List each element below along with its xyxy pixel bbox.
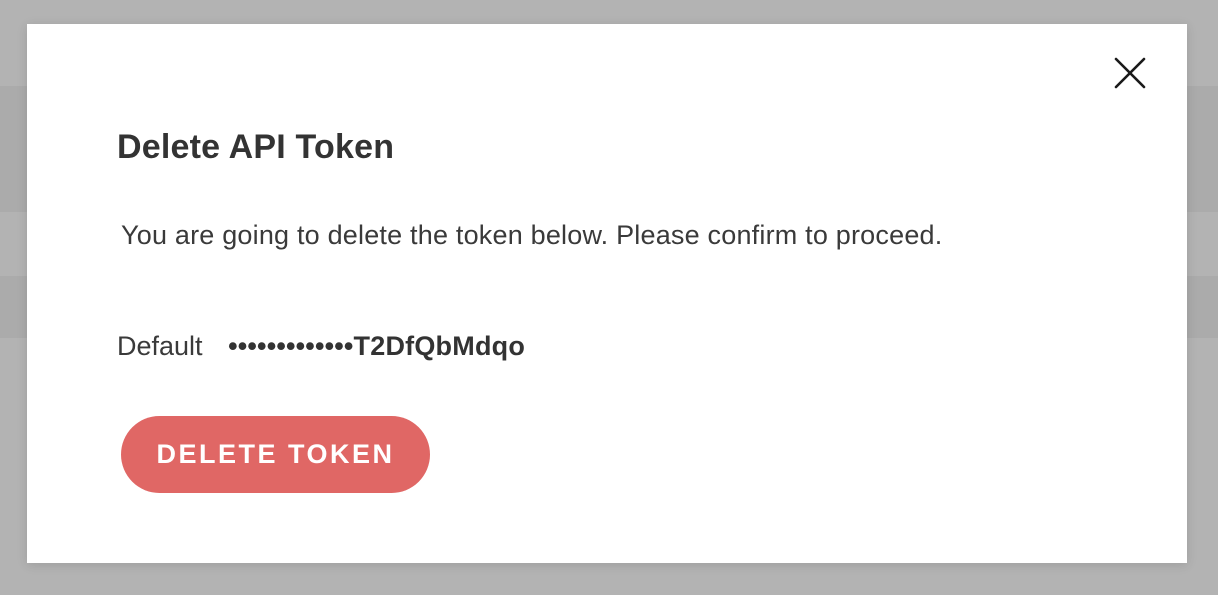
dialog-message: You are going to delete the token below.… [121, 220, 943, 250]
close-icon [1114, 57, 1146, 89]
close-button[interactable] [1114, 57, 1146, 89]
token-row: Default •••••••••••••T2DfQbMdqo [117, 331, 525, 362]
token-masked-value: •••••••••••••T2DfQbMdqo [228, 331, 526, 361]
dialog-title: Delete API Token [117, 128, 395, 166]
delete-token-button[interactable]: DELETE TOKEN [121, 416, 430, 493]
delete-token-dialog: Delete API Token You are going to delete… [27, 24, 1187, 563]
token-name: Default [117, 331, 203, 361]
